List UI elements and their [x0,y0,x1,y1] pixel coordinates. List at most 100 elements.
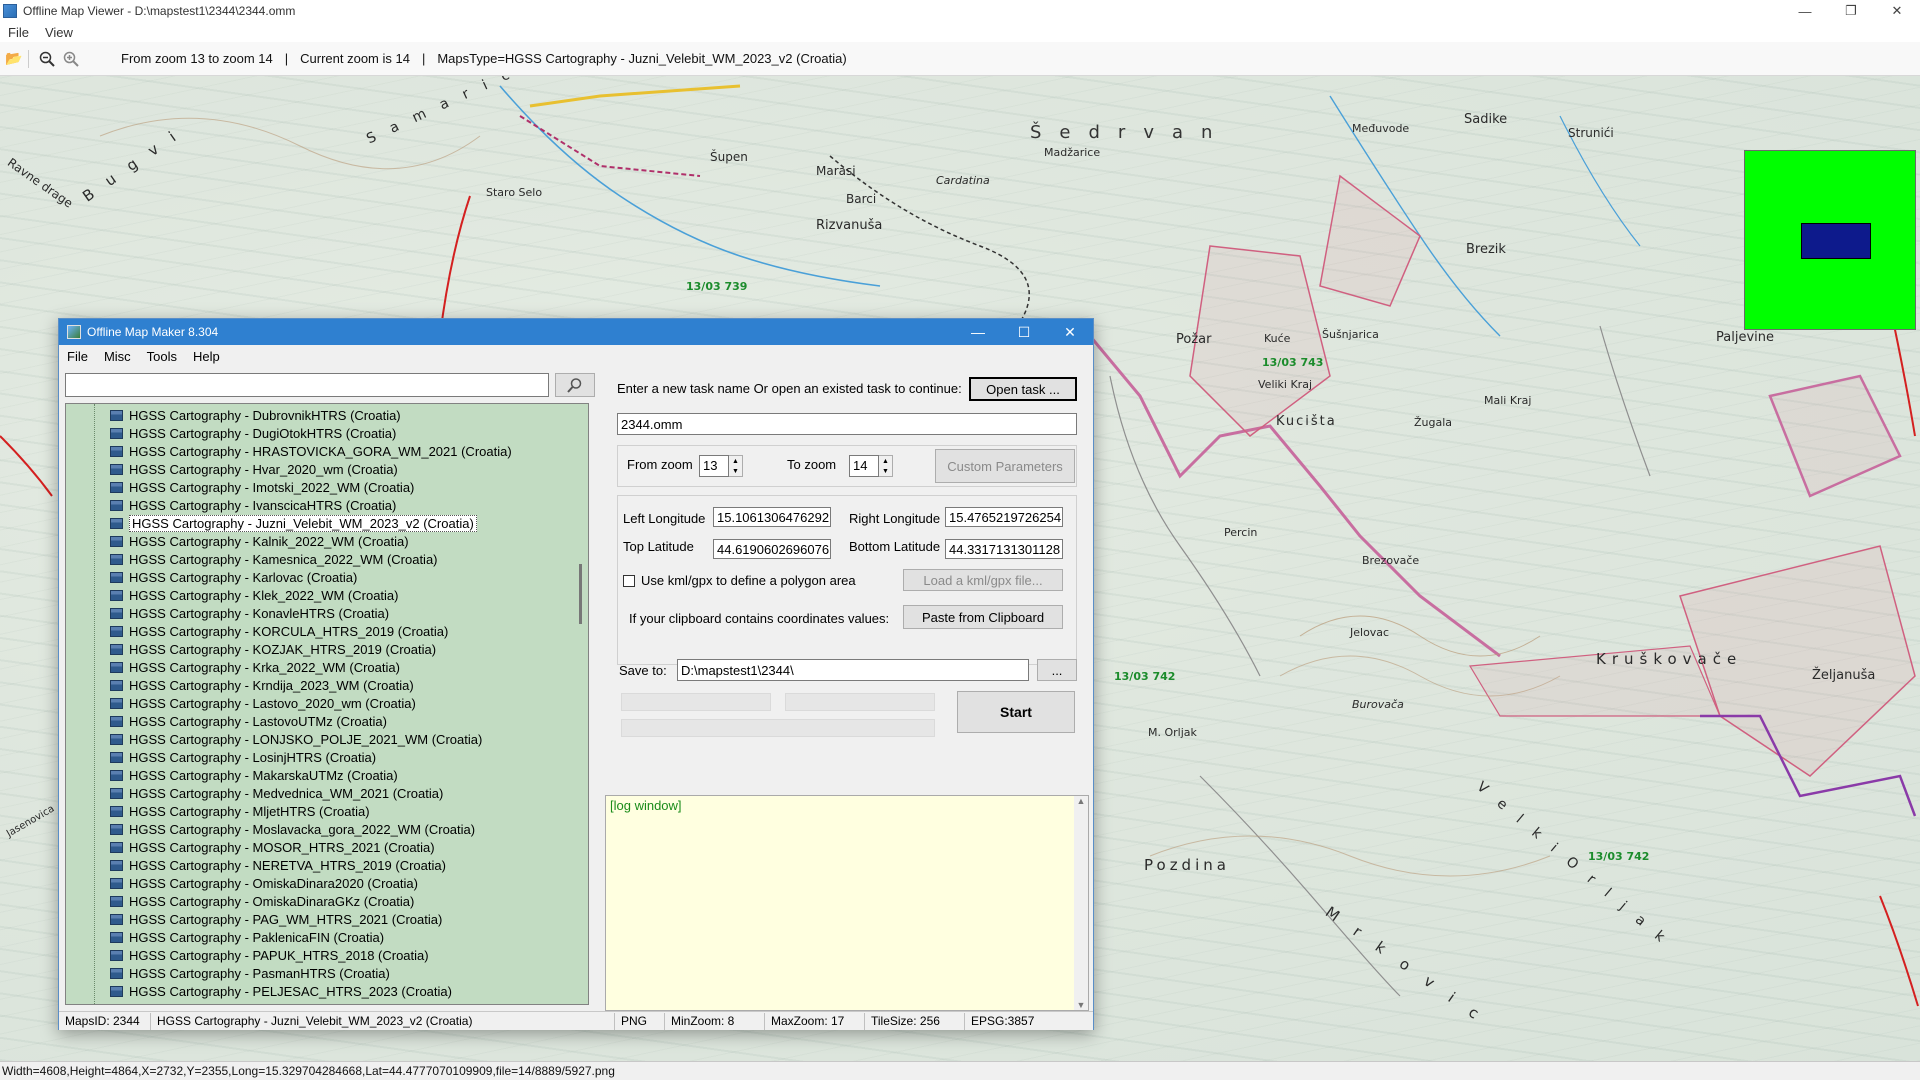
map-list-item[interactable]: HGSS Cartography - KonavleHTRS (Croatia) [66,604,588,622]
map-list-item[interactable]: HGSS Cartography - PasmanHTRS (Croatia) [66,964,588,982]
spin-down-icon[interactable]: ▼ [729,466,742,476]
right-longitude-input[interactable]: 15.4765219726254 [945,507,1063,527]
list-scrollbar[interactable] [574,404,588,1004]
log-window[interactable]: [log window] ▲ ▼ [605,795,1089,1011]
map-list-item-label: HGSS Cartography - PAG_WM_HTRS_2021 (Cro… [129,911,443,927]
map-source-icon [110,679,123,691]
toolbar-separator [28,49,29,68]
map-list-item[interactable]: HGSS Cartography - Krndija_2023_WM (Croa… [66,676,588,694]
browse-button[interactable]: ... [1037,659,1077,681]
search-button[interactable] [555,373,595,397]
custom-parameters-button[interactable]: Custom Parameters [935,449,1075,483]
map-list-item-label: HGSS Cartography - DugiOtokHTRS (Croatia… [129,425,397,441]
to-zoom-value[interactable]: 14 [849,455,879,477]
dlg-menu-file[interactable]: File [59,349,96,364]
map-list-item[interactable]: HGSS Cartography - KORCULA_HTRS_2019 (Cr… [66,622,588,640]
scroll-up-icon[interactable]: ▲ [1077,796,1086,806]
left-longitude-input[interactable]: 15.1061306476292 [713,507,831,527]
map-list-item[interactable]: HGSS Cartography - LONJSKO_POLJE_2021_WM… [66,730,588,748]
map-list-item[interactable]: HGSS Cartography - PAPUK_HTRS_2018 (Croa… [66,946,588,964]
map-source-icon [110,427,123,439]
dialog-titlebar[interactable]: Offline Map Maker 8.304 — ☐ ✕ [59,319,1093,345]
map-label-place: Paljevine [1716,330,1774,345]
menu-view[interactable]: View [37,25,81,40]
zoom-out-icon[interactable] [37,49,57,69]
map-list-item[interactable]: HGSS Cartography - OmiskaDinaraGKz (Croa… [66,892,588,910]
log-scrollbar[interactable]: ▲ ▼ [1074,796,1088,1010]
close-icon[interactable]: ✕ [1047,319,1093,345]
map-list-item-label: HGSS Cartography - NERETVA_HTRS_2019 (Cr… [129,857,446,873]
start-button[interactable]: Start [957,691,1075,733]
map-list-item[interactable]: HGSS Cartography - Krka_2022_WM (Croatia… [66,658,588,676]
map-source-list[interactable]: HGSS Cartography - DubrovnikHTRS (Croati… [65,403,589,1005]
map-list-item-label: HGSS Cartography - DubrovnikHTRS (Croati… [129,407,401,423]
map-list-item[interactable]: HGSS Cartography - OmiskaDinara2020 (Cro… [66,874,588,892]
minimize-icon[interactable]: — [1782,0,1828,22]
status-map-name: HGSS Cartography - Juzni_Velebit_WM_2023… [151,1012,615,1030]
spin-up-icon[interactable]: ▲ [879,456,892,466]
from-zoom-spinner[interactable]: 13 ▲ ▼ [699,455,743,477]
map-label-place: Mali Kraj [1484,394,1532,407]
map-list-item[interactable]: HGSS Cartography - Lastovo_2020_wm (Croa… [66,694,588,712]
bottom-latitude-input[interactable]: 44.3317131301128 [945,539,1063,559]
map-list-item[interactable]: HGSS Cartography - Kalnik_2022_WM (Croat… [66,532,588,550]
map-list-item-label: HGSS Cartography - Krka_2022_WM (Croatia… [129,659,400,675]
map-list-item[interactable]: HGSS Cartography - LosinjHTRS (Croatia) [66,748,588,766]
map-list-item[interactable]: HGSS Cartography - MakarskaUTMz (Croatia… [66,766,588,784]
minimap[interactable] [1744,150,1916,330]
load-kml-button[interactable]: Load a kml/gpx file... [903,569,1063,591]
dialog-title: Offline Map Maker 8.304 [87,325,219,339]
dlg-menu-help[interactable]: Help [185,349,228,364]
map-list-item[interactable]: HGSS Cartography - Medvednica_WM_2021 (C… [66,784,588,802]
map-list-item[interactable]: HGSS Cartography - IvanscicaHTRS (Croati… [66,496,588,514]
from-zoom-value[interactable]: 13 [699,455,729,477]
dlg-menu-tools[interactable]: Tools [139,349,185,364]
map-list-item[interactable]: HGSS Cartography - Imotski_2022_WM (Croa… [66,478,588,496]
open-folder-icon[interactable]: 📂 [4,49,24,69]
zoom-in-icon[interactable] [61,49,81,69]
map-source-icon [110,949,123,961]
map-list-item[interactable]: HGSS Cartography - Juzni_Velebit_WM_2023… [66,514,588,532]
map-list-item[interactable]: HGSS Cartography - Moslavacka_gora_2022_… [66,820,588,838]
map-list-item[interactable]: HGSS Cartography - PELJESAC_HTRS_2023 (C… [66,982,588,1000]
restore-icon[interactable]: ❐ [1828,0,1874,22]
scroll-down-icon[interactable]: ▼ [1077,1000,1086,1010]
to-zoom-spinner[interactable]: 14 ▲ ▼ [849,455,893,477]
map-list-item[interactable]: HGSS Cartography - MOSOR_HTRS_2021 (Croa… [66,838,588,856]
bottom-latitude-label: Bottom Latitude [849,539,941,554]
map-list-item[interactable]: HGSS Cartography - DugiOtokHTRS (Croatia… [66,424,588,442]
open-task-button[interactable]: Open task ... [969,377,1077,401]
search-icon [567,378,582,393]
map-list-item[interactable]: HGSS Cartography - NERETVA_HTRS_2019 (Cr… [66,856,588,874]
right-longitude-label: Right Longitude [849,511,941,526]
task-name-input[interactable]: 2344.omm [617,413,1077,435]
map-list-item-label: HGSS Cartography - Imotski_2022_WM (Croa… [129,479,415,495]
maximize-icon[interactable]: ☐ [1001,319,1047,345]
use-kml-checkbox[interactable] [623,575,635,587]
menu-file[interactable]: File [0,25,37,40]
map-list-item[interactable]: HGSS Cartography - Karlovac (Croatia) [66,568,588,586]
map-label-place: Brezik [1466,242,1506,257]
spin-up-icon[interactable]: ▲ [729,456,742,466]
minimize-icon[interactable]: — [955,319,1001,345]
close-icon[interactable]: ✕ [1874,0,1920,22]
map-list-item[interactable]: HGSS Cartography - PaklenicaFIN (Croatia… [66,928,588,946]
map-list-item[interactable]: HGSS Cartography - KOZJAK_HTRS_2019 (Cro… [66,640,588,658]
minimap-viewport[interactable] [1801,223,1871,259]
top-latitude-input[interactable]: 44.6190602696076 [713,539,831,559]
map-list-item[interactable]: HGSS Cartography - MljetHTRS (Croatia) [66,802,588,820]
scrollbar-thumb[interactable] [579,564,582,624]
status-maps-id: MapsID: 2344 [59,1012,151,1030]
dlg-menu-misc[interactable]: Misc [96,349,139,364]
paste-clipboard-button[interactable]: Paste from Clipboard [903,605,1063,629]
map-list-item[interactable]: HGSS Cartography - Klek_2022_WM (Croatia… [66,586,588,604]
save-to-input[interactable]: D:\mapstest1\2344\ [677,659,1029,681]
map-search-input[interactable] [65,373,549,397]
map-list-item[interactable]: HGSS Cartography - HRASTOVICKA_GORA_WM_2… [66,442,588,460]
map-list-item[interactable]: HGSS Cartography - DubrovnikHTRS (Croati… [66,406,588,424]
map-list-item[interactable]: HGSS Cartography - PAG_WM_HTRS_2021 (Cro… [66,910,588,928]
map-list-item[interactable]: HGSS Cartography - LastovoUTMz (Croatia) [66,712,588,730]
map-list-item[interactable]: HGSS Cartography - Kamesnica_2022_WM (Cr… [66,550,588,568]
map-list-item[interactable]: HGSS Cartography - Hvar_2020_wm (Croatia… [66,460,588,478]
spin-down-icon[interactable]: ▼ [879,466,892,476]
